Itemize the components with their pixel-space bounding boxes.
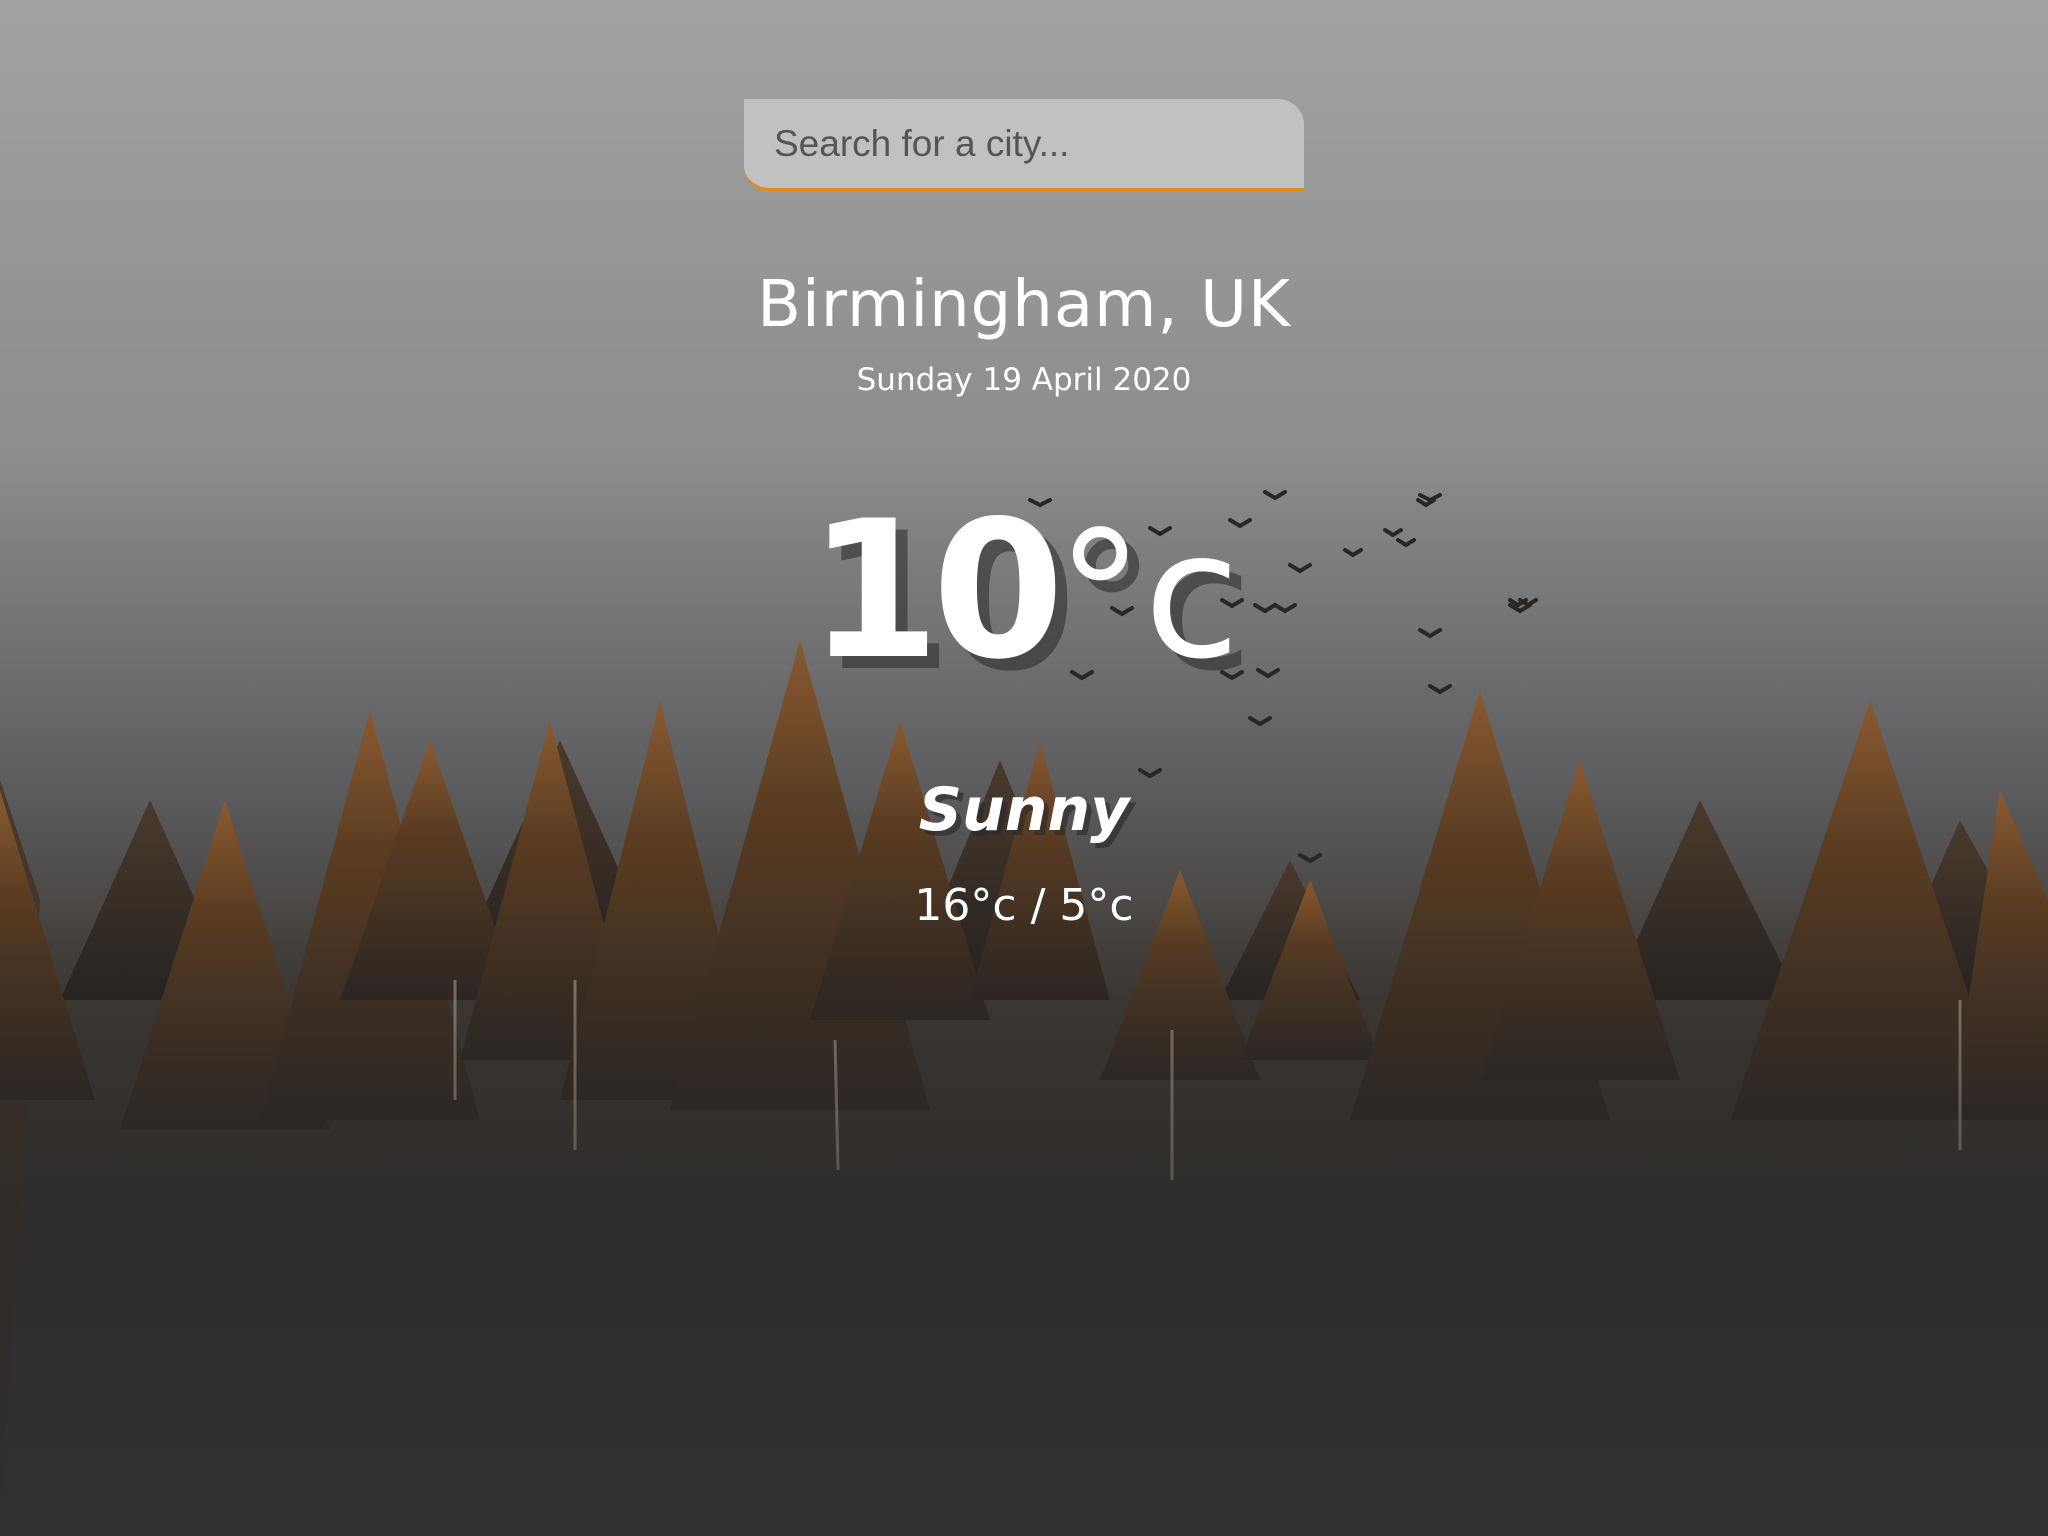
current-temperature: 10°c <box>0 480 2048 701</box>
temperature-value: 10 <box>807 480 1064 701</box>
high-low-temperature: 16°c / 5°c <box>914 880 1134 931</box>
search-input[interactable] <box>744 99 1304 192</box>
weather-condition: Sunny <box>918 775 1130 845</box>
current-date: Sunday 19 April 2020 <box>856 362 1192 398</box>
temperature-unit: °c <box>1056 495 1241 698</box>
search-bar <box>744 99 1304 192</box>
location-name: Birmingham, UK <box>757 268 1291 342</box>
forest-background-image <box>0 490 2048 1536</box>
